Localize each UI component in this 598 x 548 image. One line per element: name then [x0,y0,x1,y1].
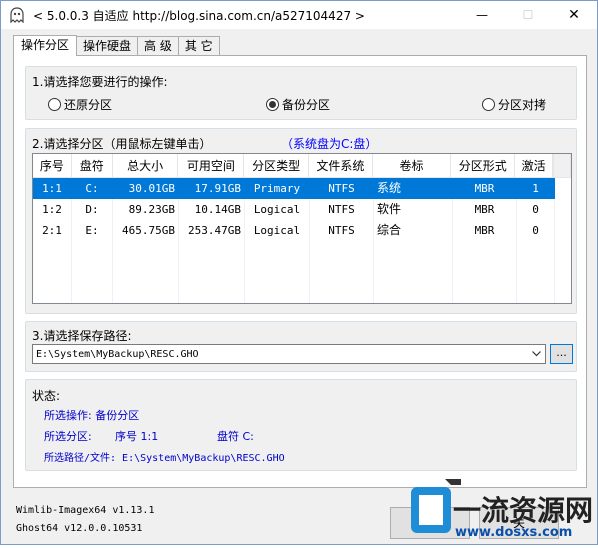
minimize-icon: — [476,8,488,22]
close-button[interactable]: ✕ [551,1,597,29]
cell-active: 1 [517,178,555,199]
cell-type: Logical [245,199,310,220]
watermark-text: 一流资源网 [453,494,594,527]
empty-row [33,241,571,262]
partition-table: 序号 盘符 总大小 可用空间 分区类型 文件系统 卷标 分区形式 激活 1:1 … [32,153,572,304]
col-type[interactable]: 分区类型 [244,154,309,178]
tab-other[interactable]: 其 它 [177,36,220,56]
radio-copy-label: 分区对拷 [498,98,547,112]
radio-backup-label: 备份分区 [282,98,331,112]
status-operation: 所选操作: 备份分区 [44,409,140,422]
cell-scheme: MBR [453,199,517,220]
browse-button[interactable]: ... [550,344,573,364]
cell-active: 0 [517,220,555,241]
watermark-url: www.dosxs.com [455,525,573,540]
watermark-logo: 一流资源网 www.dosxs.com [405,473,595,545]
status-path: 所选路径/文件: E:\System\MyBackup\RESC.GHO [44,453,285,464]
radio-copy[interactable]: 分区对拷 [482,96,546,113]
cell-volume: 综合 [374,220,453,241]
radio-backup[interactable]: 备份分区 [266,96,330,113]
cell-scheme: MBR [453,220,517,241]
radio-backup-indicator [266,98,279,111]
cell-active: 0 [517,199,555,220]
cell-scheme: MBR [453,178,517,199]
cell-index: 1:1 [33,178,72,199]
status-partition-prefix: 所选分区: [44,430,92,443]
cell-free: 10.14GB [179,199,245,220]
window-title: < 5.0.0.3 自适应 http://blog.sina.com.cn/a5… [33,8,365,23]
status-partition-index: 序号 1:1 [115,430,159,443]
wimlib-version: Wimlib-Imagex64 v1.13.1 [16,505,155,516]
cell-free: 17.91GB [179,178,245,199]
cell-volume: 软件 [374,199,453,220]
system-disk-note: （系统盘为C:盘） [281,137,378,151]
table-row[interactable]: 2:1 E: 465.75GB 253.47GB Logical NTFS 综合… [33,220,571,241]
col-drive[interactable]: 盘符 [71,154,113,178]
table-header: 序号 盘符 总大小 可用空间 分区类型 文件系统 卷标 分区形式 激活 [33,154,571,178]
cell-index: 1:2 [33,199,72,220]
radio-copy-indicator [482,98,495,111]
tab-advanced[interactable]: 高 级 [137,36,179,56]
status-label: 状态: [32,389,61,403]
empty-row [33,262,571,283]
cell-total: 89.23GB [113,199,179,220]
table-row[interactable]: 1:1 C: 30.01GB 17.91GB Primary NTFS 系统 M… [33,178,571,199]
save-path-value[interactable]: E:\System\MyBackup\RESC.GHO [33,349,528,360]
cell-fs: NTFS [310,199,374,220]
app-window: < 5.0.0.3 自适应 http://blog.sina.com.cn/a5… [0,0,598,545]
col-volume[interactable]: 卷标 [372,154,452,178]
status-partition-drive: 盘符 C: [217,430,254,443]
save-path-combobox[interactable]: E:\System\MyBackup\RESC.GHO [32,344,546,364]
minimize-button[interactable]: — [459,1,505,29]
col-index[interactable]: 序号 [33,154,72,178]
tab-disk-ops[interactable]: 操作硬盘 [76,36,139,56]
col-active[interactable]: 激活 [515,154,554,178]
cell-drive: C: [72,178,113,199]
cell-total: 465.75GB [113,220,179,241]
cell-index: 2:1 [33,220,72,241]
maximize-icon: ☐ [522,8,534,22]
col-total[interactable]: 总大小 [112,154,179,178]
cell-total: 30.01GB [113,178,179,199]
col-free[interactable]: 可用空间 [178,154,245,178]
radio-restore-indicator [48,98,61,111]
cell-volume: 系统 [374,178,453,199]
partition-label: 2.请选择分区（用鼠标左键单击） [32,137,212,151]
empty-row [33,283,571,303]
cell-fs: NTFS [310,220,374,241]
tab-partition-ops[interactable]: 操作分区 [13,35,78,56]
cell-free: 253.47GB [179,220,245,241]
cell-drive: E: [72,220,113,241]
ghost-app-icon [9,7,25,23]
operation-label: 1.请选择您要进行的操作: [32,75,168,89]
cell-type: Logical [245,220,310,241]
save-path-label: 3.请选择保存路径: [32,329,132,343]
ghost-version: Ghost64 v12.0.0.10531 [16,523,143,534]
maximize-button[interactable]: ☐ [505,1,551,29]
cell-drive: D: [72,199,113,220]
tab-bar: 操作分区 操作硬盘 高 级 其 它 [13,35,220,56]
radio-restore[interactable]: 还原分区 [48,96,112,113]
table-row[interactable]: 1:2 D: 89.23GB 10.14GB Logical NTFS 软件 M… [33,199,571,220]
col-scheme[interactable]: 分区形式 [451,154,516,178]
cell-fs: NTFS [310,178,374,199]
title-bar: < 5.0.0.3 自适应 http://blog.sina.com.cn/a5… [1,1,597,29]
close-icon: ✕ [568,7,580,23]
col-fs[interactable]: 文件系统 [308,154,373,178]
cell-type: Primary [245,178,310,199]
table-scrollbar[interactable] [553,154,571,178]
chevron-down-icon[interactable] [528,345,545,363]
radio-restore-label: 还原分区 [64,98,113,112]
